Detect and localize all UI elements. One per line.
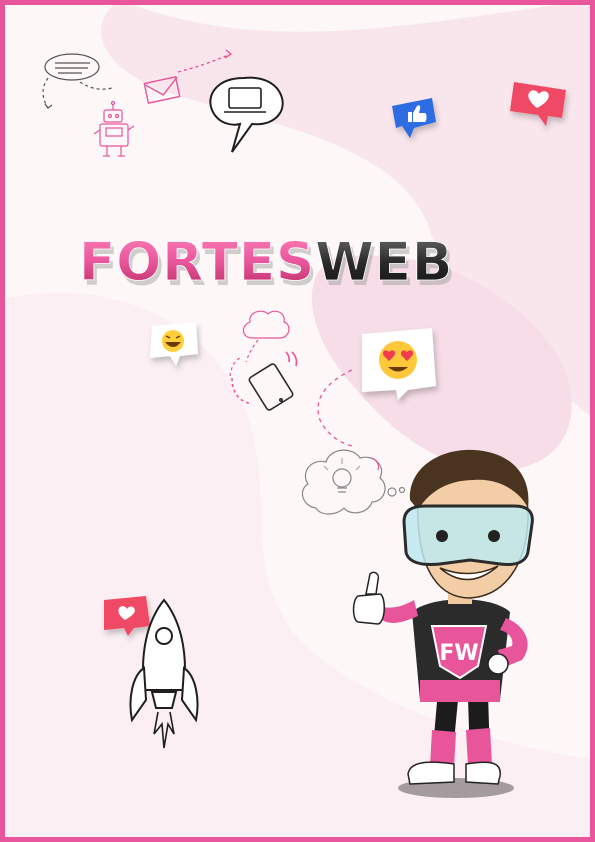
mascot-emblem-text: FW: [439, 641, 478, 666]
cloud-icon: [229, 310, 290, 377]
chat-bubble-icon: [42, 53, 113, 109]
background-blobs: [0, 0, 595, 842]
svg-text:FORTESWEB: FORTESWEB: [79, 232, 453, 293]
laptop-bubble-icon: [209, 76, 284, 153]
cover-artwork: FORTESWEB FORTESWEB FW: [0, 0, 595, 842]
wordmark-web: WEB: [315, 232, 453, 293]
brand-wordmark: FORTESWEB FORTESWEB: [79, 232, 456, 298]
wordmark-fortes: FORTES: [79, 232, 315, 293]
robot-icon: [93, 100, 135, 157]
dashed-path: [317, 369, 353, 447]
lightbulb-cloud-icon: [301, 449, 406, 515]
tablet-icon: [231, 351, 298, 411]
cover-page: FORTESWEB FORTESWEB FW: [0, 0, 595, 842]
